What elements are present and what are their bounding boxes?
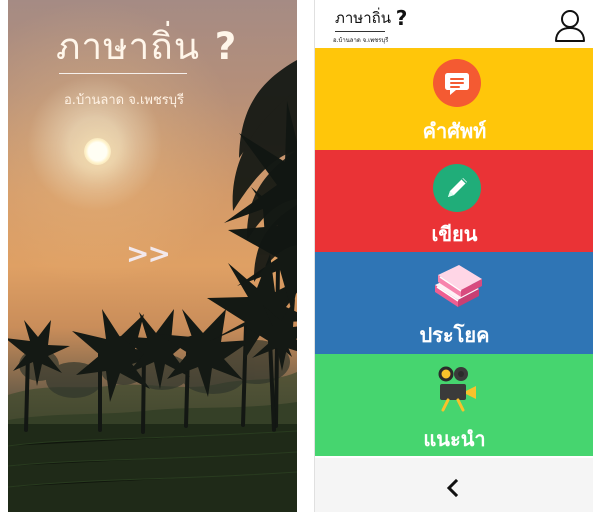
next-button[interactable]: >>: [126, 237, 171, 270]
menu-item-sentence[interactable]: ประโยค: [315, 252, 593, 354]
main-menu-screen: ภาษาถิ่น ? อ.บ้านลาด จ.เพชรบุรี คำศัพท์: [314, 0, 593, 512]
video-camera-icon: [438, 366, 476, 412]
chevron-left-icon[interactable]: [441, 476, 465, 500]
question-mark-icon: ?: [214, 25, 238, 68]
menu-item-writing[interactable]: เขียน: [315, 150, 593, 252]
app-header: ภาษาถิ่น ? อ.บ้านลาด จ.เพชรบุรี: [315, 0, 593, 46]
screenshot-canvas: ภาษาถิ่น ? อ.บ้านลาด จ.เพชรบุรี >> ภาษาถ…: [0, 0, 593, 512]
bottom-navigation: [315, 458, 593, 512]
brand-title-text: ภาษาถิ่น: [335, 9, 391, 27]
user-icon[interactable]: [553, 9, 587, 43]
splash-title: ภาษาถิ่น ?: [56, 28, 237, 65]
menu-item-sentence-label: ประโยค: [419, 323, 490, 347]
splash-subtitle: อ.บ้านลาด จ.เพชรบุรี: [64, 93, 185, 108]
books-icon: [435, 265, 482, 307]
menu-item-recommend-label: แนะนำ: [423, 427, 486, 451]
brand-title: ภาษาถิ่น ?: [335, 8, 407, 28]
menu-item-vocabulary[interactable]: คำศัพท์: [315, 48, 593, 150]
brand-question-mark-icon: ?: [395, 6, 408, 30]
speech-bubble-icon: [433, 59, 481, 107]
menu-item-recommend[interactable]: แนะนำ: [315, 354, 593, 456]
brand-subtitle: อ.บ้านลาด จ.เพชรบุรี: [333, 37, 389, 44]
splash-title-text: ภาษาถิ่น: [56, 25, 201, 68]
splash-title-underline: [59, 73, 187, 74]
pencil-icon: [433, 164, 481, 212]
brand-underline: [335, 31, 385, 32]
menu-item-writing-label: เขียน: [431, 222, 478, 246]
splash-screen: ภาษาถิ่น ? อ.บ้านลาด จ.เพชรบุรี >>: [8, 0, 297, 512]
menu-item-vocabulary-label: คำศัพท์: [422, 119, 487, 143]
